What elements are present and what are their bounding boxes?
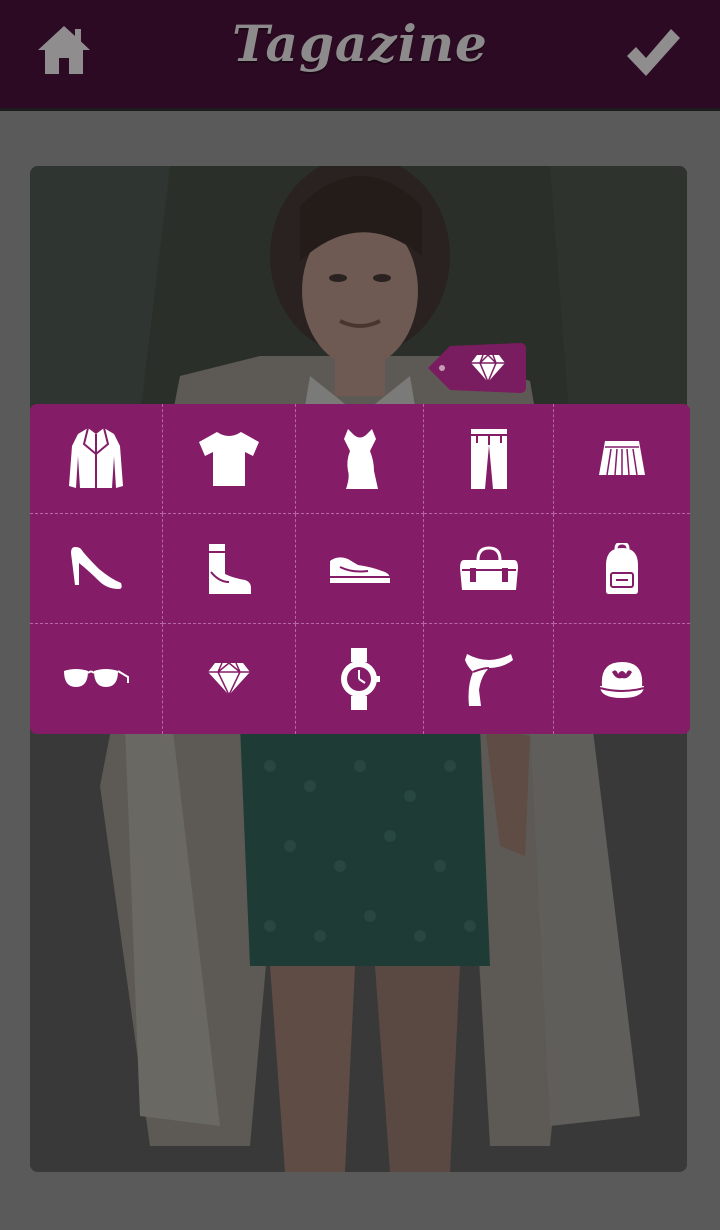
category-boots[interactable] [163, 514, 296, 624]
clothing-category-picker [30, 404, 690, 734]
diamond-icon [208, 662, 250, 697]
backpack-icon [606, 542, 638, 594]
handbag-icon [459, 545, 518, 590]
dress-icon [343, 428, 378, 489]
skirt-icon [599, 440, 645, 475]
jacket-icon [69, 427, 123, 488]
pants-icon [470, 428, 507, 489]
category-watches[interactable] [296, 624, 424, 734]
app-header: Tagazine [0, 0, 720, 108]
category-backpacks[interactable] [554, 514, 690, 624]
sunglasses-icon [64, 669, 129, 687]
category-jacket[interactable] [30, 404, 163, 514]
category-dress[interactable] [296, 404, 424, 514]
category-jewelry[interactable] [163, 624, 296, 734]
high-heel-icon [71, 546, 122, 589]
tshirt-icon [199, 431, 259, 486]
category-sunglasses[interactable] [30, 624, 163, 734]
photo-tag[interactable] [428, 343, 528, 393]
category-hats[interactable] [554, 624, 690, 734]
category-skirt[interactable] [554, 404, 690, 514]
cap-icon [599, 662, 645, 698]
watch-icon [340, 648, 380, 710]
confirm-button[interactable] [624, 26, 682, 80]
category-tshirt[interactable] [163, 404, 296, 514]
category-high-heels[interactable] [30, 514, 163, 624]
category-pants[interactable] [424, 404, 554, 514]
scarf-icon [464, 654, 513, 706]
sneaker-icon [329, 556, 390, 583]
category-handbags[interactable] [424, 514, 554, 624]
app-logo-text: Tagazine [232, 14, 488, 73]
checkmark-icon [627, 29, 680, 76]
boot-icon [209, 543, 251, 594]
category-sneakers[interactable] [296, 514, 424, 624]
category-scarves[interactable] [424, 624, 554, 734]
